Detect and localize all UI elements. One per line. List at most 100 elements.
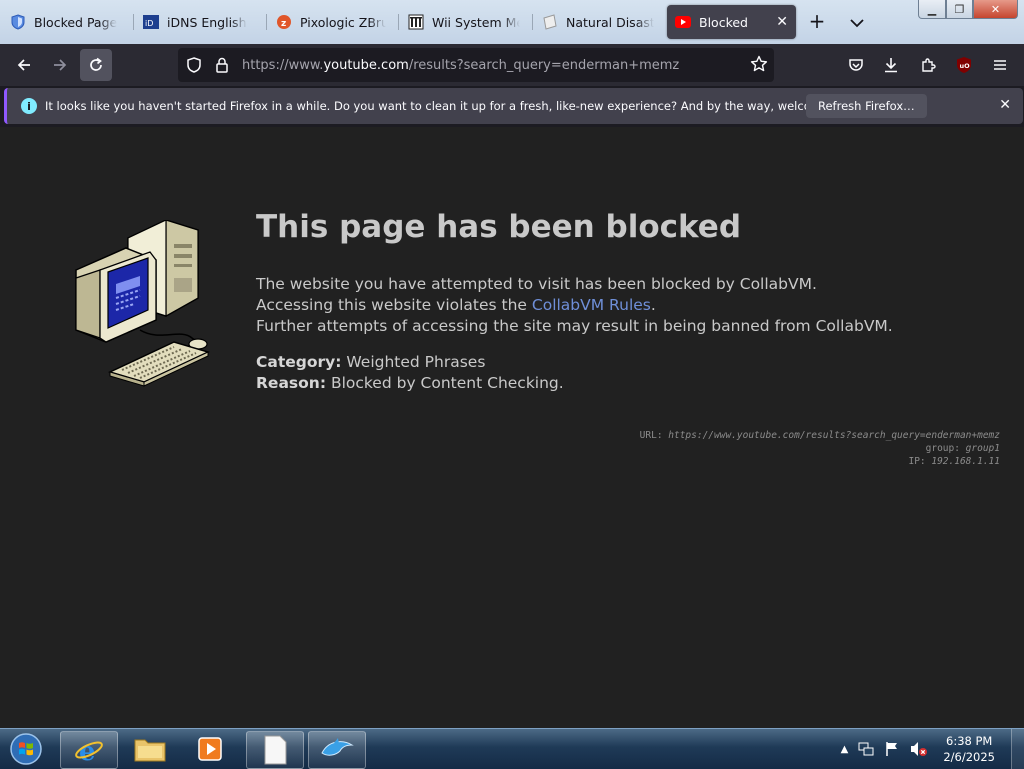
tracking-protection-shield-icon[interactable] bbox=[180, 57, 208, 73]
dolphin-icon bbox=[321, 738, 354, 756]
url-text[interactable]: https://www.youtube.com/results?search_q… bbox=[242, 58, 679, 73]
idns-favicon: iD bbox=[143, 14, 159, 30]
tab-blocked-active[interactable]: Blocked ✕ bbox=[667, 5, 796, 39]
url-prefix: https://www. bbox=[242, 57, 324, 73]
page-favicon bbox=[542, 14, 558, 30]
taskbar-blank-document[interactable] bbox=[246, 731, 304, 769]
debug-group-value: group1 bbox=[965, 443, 1000, 454]
tab-wii-system-menu[interactable]: Wii System Menu bbox=[408, 5, 520, 39]
tab-idns[interactable]: iD iDNS English bbox=[143, 5, 261, 39]
address-bar[interactable]: https://www.youtube.com/results?search_q… bbox=[178, 48, 774, 82]
download-icon bbox=[885, 58, 897, 73]
tab-title: Blocked bbox=[699, 14, 748, 30]
debug-ip-row: IP: 192.168.1.11 bbox=[640, 455, 1000, 468]
reason-label: Reason: bbox=[256, 374, 327, 392]
start-button[interactable] bbox=[6, 731, 46, 767]
new-tab-button[interactable]: + bbox=[805, 10, 829, 34]
reload-button[interactable] bbox=[80, 49, 112, 81]
debug-url-value: https://www.youtube.com/results?search_q… bbox=[668, 430, 1000, 441]
tab-strip: Blocked Page iD iDNS English z Pixologic… bbox=[0, 0, 1024, 44]
tab-separator bbox=[133, 14, 134, 30]
close-notification-icon[interactable]: ✕ bbox=[999, 97, 1011, 113]
debug-group-row: group: group1 bbox=[640, 442, 1000, 455]
ublock-origin-button[interactable]: uO bbox=[948, 49, 980, 81]
taskbar-dolphin-emulator[interactable] bbox=[308, 731, 366, 769]
refresh-firefox-notification: i It looks like you haven't started Fire… bbox=[4, 88, 1023, 124]
url-path: /results?search_query=enderman+memz bbox=[408, 57, 680, 73]
arrow-left-icon bbox=[17, 59, 30, 71]
hamburger-menu-icon bbox=[994, 60, 1006, 70]
volume-muted-icon[interactable] bbox=[910, 741, 928, 757]
show-desktop-button[interactable] bbox=[1011, 729, 1024, 769]
reason-row: Reason: Blocked by Content Checking. bbox=[256, 373, 564, 394]
minimize-button[interactable]: ▁ bbox=[918, 0, 946, 19]
puzzle-icon bbox=[922, 58, 936, 72]
svg-text:e: e bbox=[79, 737, 96, 765]
tab-title: Pixologic ZBrush bbox=[300, 14, 386, 30]
tab-title: iDNS English bbox=[167, 14, 247, 30]
forward-button[interactable] bbox=[44, 49, 76, 81]
svg-text:iD: iD bbox=[145, 19, 153, 28]
window-controls: ▁ ❐ ✕ bbox=[918, 0, 1018, 20]
downloads-button[interactable] bbox=[875, 49, 907, 81]
taskbar-clock[interactable]: 6:38 PM 2/6/2025 bbox=[943, 733, 995, 765]
reason-value: Blocked by Content Checking. bbox=[326, 374, 564, 392]
pocket-button[interactable] bbox=[840, 49, 872, 81]
list-all-tabs-button[interactable] bbox=[845, 10, 869, 34]
folder-icon bbox=[134, 739, 166, 762]
tab-separator bbox=[398, 14, 399, 30]
shield-icon bbox=[10, 14, 26, 30]
svg-text:uO: uO bbox=[960, 62, 971, 70]
page-content: This page has been blocked The website y… bbox=[0, 127, 1024, 728]
network-icon[interactable] bbox=[858, 741, 874, 757]
pocket-icon bbox=[849, 59, 863, 71]
retro-computer-illustration bbox=[70, 219, 215, 394]
extensions-button[interactable] bbox=[912, 49, 944, 81]
taskbar-file-explorer[interactable] bbox=[122, 731, 178, 767]
internet-explorer-icon: e bbox=[75, 737, 103, 765]
reload-icon bbox=[90, 57, 102, 71]
windows-orb-icon bbox=[10, 733, 42, 765]
debug-url-label: URL: bbox=[639, 430, 669, 441]
page-title: This page has been blocked bbox=[256, 209, 742, 245]
collabvm-rules-link[interactable]: CollabVM Rules bbox=[532, 296, 651, 314]
rules-prefix: Accessing this website violates the bbox=[256, 296, 532, 314]
rules-suffix: . bbox=[650, 296, 656, 314]
tab-title: Wii System Menu bbox=[432, 14, 520, 30]
tab-separator bbox=[266, 14, 267, 30]
close-tab-icon[interactable]: ✕ bbox=[776, 14, 788, 30]
maximize-button[interactable]: ❐ bbox=[946, 0, 973, 19]
description-line-rules: Accessing this website violates the Coll… bbox=[256, 295, 893, 316]
document-icon bbox=[264, 735, 287, 765]
tab-zbrush[interactable]: z Pixologic ZBrush bbox=[276, 5, 386, 39]
bookmark-star-icon[interactable] bbox=[750, 55, 768, 77]
tab-blocked-page[interactable]: Blocked Page bbox=[10, 5, 128, 39]
notification-message: It looks like you haven't started Firefo… bbox=[45, 99, 865, 113]
refresh-firefox-button[interactable]: Refresh Firefox… bbox=[806, 94, 927, 118]
description-line: Further attempts of accessing the site m… bbox=[256, 317, 893, 335]
debug-ip-label: IP: bbox=[908, 456, 932, 467]
close-window-button[interactable]: ✕ bbox=[973, 0, 1018, 19]
taskbar-media-player[interactable] bbox=[182, 731, 238, 767]
svg-text:z: z bbox=[281, 19, 286, 29]
back-button[interactable] bbox=[8, 49, 40, 81]
arrow-right-icon bbox=[54, 59, 67, 71]
app-menu-button[interactable] bbox=[984, 49, 1016, 81]
windows-taskbar: e ▲ 6:38 PM 2/6/2025 bbox=[0, 728, 1024, 769]
tab-title: Natural Disasters bbox=[566, 14, 654, 30]
debug-group-label: group: bbox=[925, 443, 966, 454]
media-player-icon bbox=[198, 737, 222, 761]
info-icon: i bbox=[21, 98, 37, 114]
category-row: Category: Weighted Phrases bbox=[256, 352, 564, 373]
wiki-favicon bbox=[408, 14, 424, 30]
tab-natural-disasters[interactable]: Natural Disasters bbox=[542, 5, 654, 39]
description-line: The website you have attempted to visit … bbox=[256, 275, 817, 293]
show-hidden-icons-icon[interactable]: ▲ bbox=[841, 744, 849, 755]
action-center-flag-icon[interactable] bbox=[884, 741, 900, 757]
request-debug-info: URL: https://www.youtube.com/results?sea… bbox=[640, 429, 1000, 468]
clock-time: 6:38 PM bbox=[946, 734, 993, 748]
category-label: Category: bbox=[256, 353, 342, 371]
system-tray: ▲ 6:38 PM 2/6/2025 bbox=[836, 729, 1024, 769]
taskbar-internet-explorer[interactable]: e bbox=[60, 731, 118, 769]
lock-icon[interactable] bbox=[208, 57, 236, 73]
